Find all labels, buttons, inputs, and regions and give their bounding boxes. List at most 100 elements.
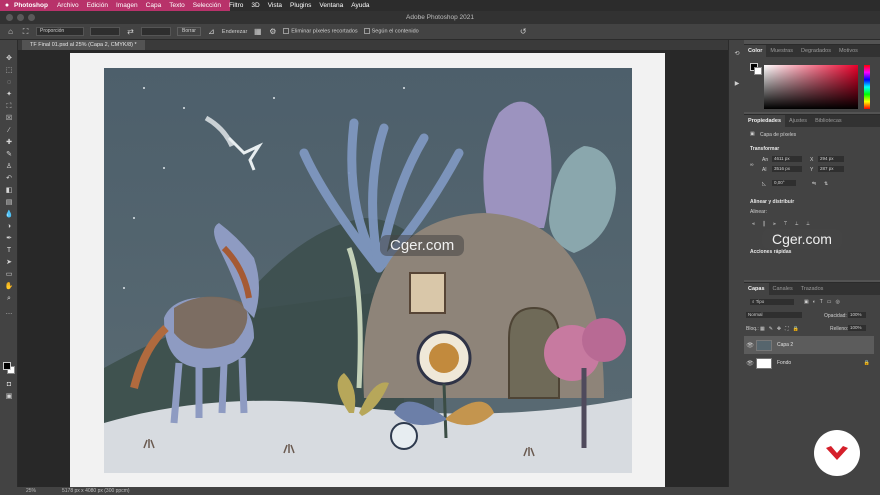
layer-row-capa-2[interactable]: 👁 Capa 2 — [744, 336, 874, 354]
align-section-title[interactable]: Alinear y distribuir — [750, 199, 794, 205]
layer-filter-select[interactable]: ⌕ Tipo — [750, 299, 794, 305]
app-menu[interactable]: Photoshop — [14, 2, 48, 9]
brush-tool-icon[interactable]: ✎ — [4, 150, 14, 159]
flip-horizontal-icon[interactable]: ⇋ — [812, 181, 816, 187]
menu-ventana[interactable]: Ventana — [319, 2, 343, 9]
lasso-tool-icon[interactable]: ◌ — [4, 78, 14, 87]
menu-seleccion[interactable]: Selección — [193, 2, 221, 9]
tab-layers[interactable]: Capas — [744, 283, 769, 295]
menu-capa[interactable]: Capa — [146, 2, 162, 9]
stamp-tool-icon[interactable]: ♙ — [4, 162, 14, 171]
zoom-level[interactable]: 25% — [26, 487, 36, 495]
align-buttons-icon[interactable]: ⫷⫼⫸⊤⊥⊥ — [752, 221, 818, 227]
pen-tool-icon[interactable]: ✒ — [4, 234, 14, 243]
gradient-tool-icon[interactable]: ▤ — [4, 198, 14, 207]
eraser-tool-icon[interactable]: ◧ — [4, 186, 14, 195]
type-tool-icon[interactable]: T — [4, 246, 14, 255]
color-picker-field[interactable] — [764, 65, 858, 109]
menu-archivo[interactable]: Archivo — [57, 2, 79, 9]
hand-tool-icon[interactable]: ✋ — [4, 282, 14, 291]
grid-overlay-icon[interactable]: ▦ — [253, 27, 262, 36]
actions-panel-icon[interactable]: ▶ — [733, 80, 741, 88]
tab-channels[interactable]: Canales — [769, 283, 797, 295]
flip-vertical-icon[interactable]: ⇅ — [824, 181, 828, 187]
tab-patterns[interactable]: Motivos — [835, 45, 862, 57]
eyedropper-tool-icon[interactable]: ∕ — [4, 126, 14, 135]
zoom-window-button[interactable] — [28, 14, 35, 21]
tab-adjustments[interactable]: Ajustes — [785, 115, 811, 127]
history-brush-tool-icon[interactable]: ↶ — [4, 174, 14, 183]
dodge-tool-icon[interactable]: ◑ — [4, 222, 14, 231]
tab-properties[interactable]: Propiedades — [744, 115, 786, 127]
document-canvas[interactable] — [70, 53, 665, 487]
menu-edicion[interactable]: Edición — [87, 2, 108, 9]
menu-ayuda[interactable]: Ayuda — [351, 2, 369, 9]
more-tools-icon[interactable]: … — [4, 308, 14, 317]
layer-row-fondo[interactable]: 👁 Fondo 🔒 — [744, 354, 874, 372]
magic-wand-tool-icon[interactable]: ✦ — [4, 90, 14, 99]
reset-icon[interactable]: ↺ — [519, 27, 528, 36]
frame-tool-icon[interactable]: ☒ — [4, 114, 14, 123]
menu-imagen[interactable]: Imagen — [116, 2, 138, 9]
menu-plugins[interactable]: Plugins — [290, 2, 311, 9]
opacity-input[interactable]: 100% — [848, 312, 866, 318]
channel-logo — [814, 430, 860, 476]
hue-slider[interactable] — [864, 65, 870, 109]
swap-dimensions-icon[interactable]: ⇄ — [126, 27, 135, 36]
move-tool-icon[interactable]: ✥ — [4, 54, 14, 63]
menu-vista[interactable]: Vista — [268, 2, 282, 9]
fill-input[interactable]: 100% — [848, 325, 866, 331]
height-input[interactable]: 3516 px — [772, 166, 802, 172]
menu-3d[interactable]: 3D — [251, 2, 259, 9]
path-selection-tool-icon[interactable]: ➤ — [4, 258, 14, 267]
x-input[interactable]: 294 px — [818, 156, 844, 162]
crop-tool-icon[interactable]: ⛶ — [21, 27, 30, 36]
tab-libraries[interactable]: Bibliotecas — [811, 115, 846, 127]
close-window-button[interactable] — [6, 14, 13, 21]
visibility-eye-icon[interactable]: 👁 — [744, 360, 756, 367]
apple-menu-icon[interactable]: ● — [0, 2, 14, 9]
angle-input[interactable]: 0,00° — [772, 180, 796, 186]
width-input[interactable]: 4611 px — [772, 156, 802, 162]
crop-height-input[interactable] — [141, 27, 171, 36]
document-tab[interactable]: TF Final 01.psd al 25% (Capa 2, CMYK/8) … — [22, 40, 145, 50]
settings-gear-icon[interactable]: ⚙ — [268, 27, 277, 36]
blur-tool-icon[interactable]: 💧 — [4, 210, 14, 219]
screen-mode-icon[interactable]: ▣ — [4, 392, 14, 401]
tab-swatches[interactable]: Muestras — [766, 45, 797, 57]
shape-tool-icon[interactable]: ▭ — [4, 270, 14, 279]
straighten-icon[interactable]: ⊿ — [207, 27, 216, 36]
visibility-eye-icon[interactable]: 👁 — [744, 342, 756, 349]
canvas-area[interactable]: Cger.com — [18, 50, 744, 487]
clear-button[interactable]: Borrar — [177, 27, 201, 36]
blend-mode-select[interactable]: Normal — [746, 312, 802, 318]
lock-icons[interactable]: ▦✎✥⛶🔒 — [760, 326, 803, 332]
home-icon[interactable]: ⌂ — [6, 27, 15, 36]
background-swatch[interactable] — [754, 67, 762, 75]
link-proportions-icon[interactable]: ∞ — [750, 162, 754, 168]
minimize-window-button[interactable] — [17, 14, 24, 21]
menu-filtro[interactable]: Filtro — [229, 2, 243, 9]
straighten-label[interactable]: Enderezar — [222, 29, 247, 35]
healing-brush-tool-icon[interactable]: ✚ — [4, 138, 14, 147]
quick-actions-title[interactable]: Acciones rápidas — [750, 249, 791, 255]
layer-filter-icons[interactable]: ▣◐T▭◎ — [804, 299, 844, 305]
zoom-tool-icon[interactable]: ⌕ — [4, 294, 14, 303]
document-info[interactable]: 5178 px x 4080 px (300 ppcm) — [62, 487, 130, 495]
menu-texto[interactable]: Texto — [169, 2, 185, 9]
tab-paths[interactable]: Trazados — [797, 283, 828, 295]
layers-panel-tabs: Capas Canales Trazados — [744, 283, 880, 295]
crop-tool-icon[interactable]: ⛶ — [4, 102, 14, 111]
crop-width-input[interactable] — [90, 27, 120, 36]
content-aware-checkbox[interactable]: Según el contenido — [363, 28, 419, 35]
quick-mask-icon[interactable]: ◘ — [4, 380, 14, 389]
crop-ratio-select[interactable]: Proporción — [36, 27, 84, 36]
tab-color[interactable]: Color — [744, 45, 767, 57]
marquee-tool-icon[interactable]: ⬚ — [4, 66, 14, 75]
history-panel-icon[interactable]: ⟲ — [733, 50, 741, 58]
tab-gradients[interactable]: Degradados — [797, 45, 835, 57]
delete-cropped-checkbox[interactable]: Eliminar píxeles recortados — [283, 28, 358, 35]
transform-section-title[interactable]: Transformar — [750, 146, 779, 152]
y-input[interactable]: 287 px — [818, 166, 844, 172]
foreground-color-swatch[interactable] — [3, 362, 11, 370]
